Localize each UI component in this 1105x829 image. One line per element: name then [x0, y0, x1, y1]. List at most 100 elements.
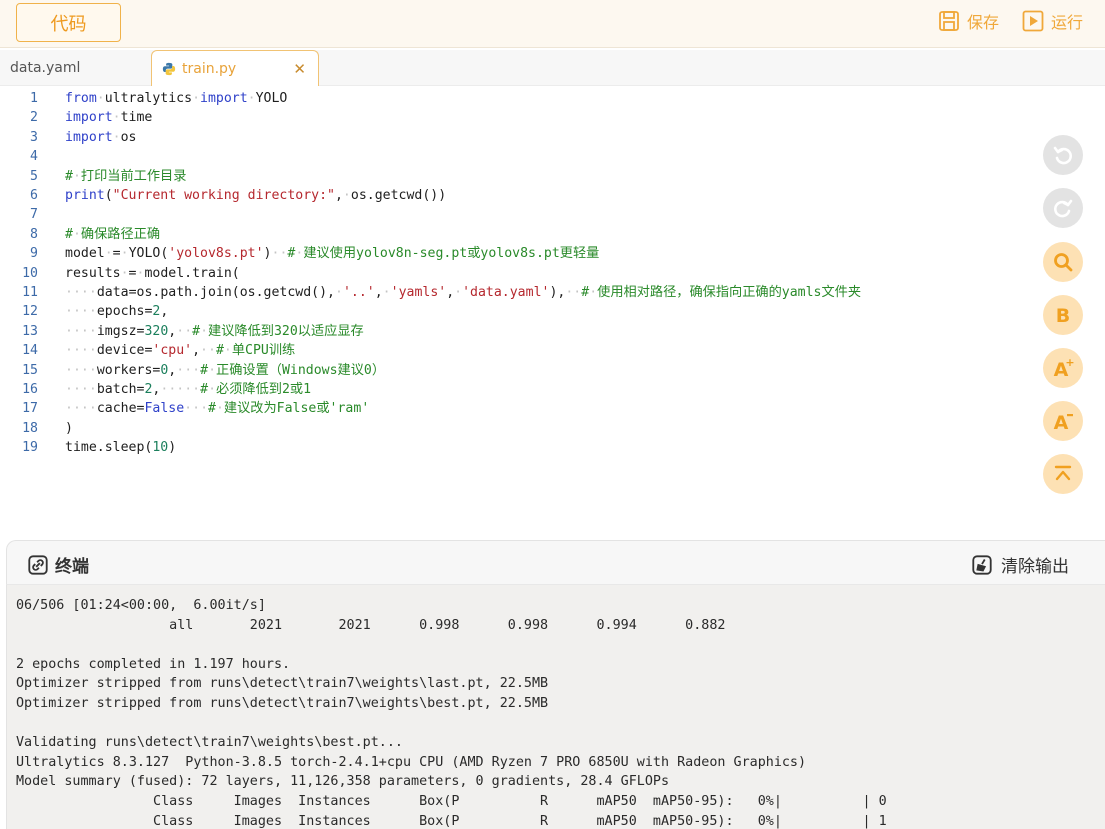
- code-line: 17 ····cache=False···#·建议改为False或'ram': [0, 399, 1020, 418]
- clear-output-button[interactable]: 清除输出: [971, 552, 1069, 577]
- line-code: ····epochs=2,: [65, 304, 169, 320]
- line-code: ): [65, 420, 73, 436]
- line-number: 17: [22, 401, 38, 417]
- line-code: results·=·model.train(: [65, 265, 240, 281]
- undo-icon: [1053, 146, 1072, 165]
- tab-train-py[interactable]: train.py ✕: [151, 50, 319, 86]
- code-line: 15 ····workers=0,···#·正确设置（Windows建议0）: [0, 361, 1020, 380]
- run-label: 运行: [1050, 13, 1083, 32]
- line-number: 12: [22, 304, 38, 320]
- line-code: import·time: [65, 110, 153, 126]
- line-number: 18: [22, 420, 38, 436]
- terminal-header: 终端 清除输出: [6, 540, 1105, 584]
- terminal-line: Ultralytics 8.3.127 Python-3.8.5 torch-2…: [16, 754, 807, 770]
- svg-text:A: A: [1054, 412, 1069, 433]
- terminal-title: 终端: [27, 552, 89, 577]
- link-icon: [28, 554, 48, 575]
- terminal-line: all 2021 2021 0.998 0.998 0.994 0.882: [16, 617, 726, 633]
- save-icon: [939, 11, 959, 31]
- line-code: #·确保路径正确: [65, 226, 161, 242]
- line-code: print("Current working directory:",·os.g…: [65, 188, 447, 203]
- code-line: 19 time.sleep(10): [0, 438, 1020, 457]
- line-number: 10: [22, 265, 38, 281]
- bold-b-icon: B: [1056, 305, 1070, 327]
- broom-icon: [972, 554, 992, 575]
- code-line: 11 ····data=os.path.join(os.getcwd(),·'..…: [0, 283, 1020, 302]
- terminal-title-label: 终端: [55, 557, 89, 577]
- line-number: 1: [30, 91, 38, 106]
- save-label: 保存: [966, 13, 999, 32]
- line-number: 7: [30, 207, 38, 223]
- code-button[interactable]: 代码: [16, 3, 121, 42]
- bold-button[interactable]: B: [1043, 295, 1083, 335]
- line-code: from·ultralytics·import·YOLO: [65, 91, 288, 106]
- line-code: ····imgsz=320,··#·建议降低到320以适应显存: [65, 323, 364, 339]
- line-number: 2: [30, 110, 38, 126]
- font-increase-icon: A +: [1054, 356, 1075, 380]
- terminal-line: 2 epochs completed in 1.197 hours.: [16, 656, 291, 672]
- play-icon: [1022, 10, 1044, 32]
- line-code: ····data=os.path.join(os.getcwd(),·'..',…: [65, 285, 862, 300]
- line-number: 6: [30, 188, 38, 203]
- terminal-line: Class Images Instances Box(P R mAP50 mAP…: [16, 794, 887, 809]
- tab-label: data.yaml: [10, 60, 81, 76]
- line-number: 16: [22, 382, 38, 397]
- line-code: #·打印当前工作目录: [65, 168, 187, 184]
- line-code: ····batch=2,·····#·必须降低到2或1: [65, 382, 312, 397]
- undo-button[interactable]: [1043, 135, 1083, 175]
- search-button[interactable]: [1043, 242, 1083, 282]
- terminal-line: Optimizer stripped from runs\detect\trai…: [16, 676, 549, 692]
- tab-data-yaml[interactable]: data.yaml: [10, 50, 80, 86]
- line-number: 8: [30, 226, 38, 242]
- python-icon: [162, 62, 176, 75]
- code-line: 3 import·os: [0, 128, 1020, 147]
- run-button[interactable]: 运行: [1021, 9, 1083, 33]
- scroll-top-icon: [1054, 465, 1072, 481]
- code-line: 14 ····device='cpu',··#·单CPU训练: [0, 341, 1020, 360]
- search-icon: [1054, 253, 1073, 272]
- code-line: 4: [0, 147, 1020, 166]
- close-tab-icon[interactable]: ✕: [293, 60, 306, 78]
- code-line: 12 ····epochs=2,: [0, 302, 1020, 321]
- line-number: 19: [22, 440, 38, 456]
- code-line: 2 import·time: [0, 108, 1020, 127]
- redo-button[interactable]: [1043, 188, 1083, 228]
- line-number: 13: [22, 323, 38, 339]
- font-decrease-button[interactable]: A: [1043, 401, 1083, 441]
- save-button[interactable]: 保存: [937, 9, 999, 33]
- code-line: 10 results·=·model.train(: [0, 264, 1020, 283]
- line-code: ····workers=0,···#·正确设置（Windows建议0）: [65, 362, 386, 378]
- line-number: 14: [22, 343, 38, 359]
- line-code: time.sleep(10): [65, 440, 177, 456]
- code-line: 6 print("Current working directory:",·os.…: [0, 186, 1020, 205]
- terminal-output[interactable]: 06/506 [01:24<00:00, 6.00it/s] all 2021 …: [6, 584, 1105, 829]
- line-number: 11: [22, 285, 38, 300]
- line-code: import·os: [65, 129, 137, 145]
- code-line: 1 from·ultralytics·import·YOLO: [0, 89, 1020, 108]
- line-number: 4: [30, 149, 38, 165]
- line-number: 3: [30, 129, 38, 145]
- file-tabs: data.yaml train.py ✕: [0, 50, 1105, 86]
- terminal-line: Class Images Instances Box(P R mAP50 mAP…: [16, 813, 887, 829]
- code-line: 13 ····imgsz=320,··#·建议降低到320以适应显存: [0, 322, 1020, 341]
- code-line: 18): [0, 419, 1020, 438]
- code-editor[interactable]: 1 from·ultralytics·import·YOLO 2 import·tim…: [0, 87, 1105, 537]
- code-line: 7: [0, 205, 1020, 224]
- font-increase-button[interactable]: A +: [1043, 348, 1083, 388]
- terminal-line: Model summary (fused): 72 layers, 11,126…: [16, 774, 670, 790]
- font-decrease-icon: A: [1054, 412, 1073, 433]
- code-line: 9 model·=·YOLO('yolov8s.pt')··#·建议使用yolov…: [0, 244, 1020, 263]
- top-toolbar: 代码 保存 运行: [0, 0, 1105, 48]
- top-actions: 保存 运行: [937, 9, 1083, 33]
- redo-icon: [1054, 199, 1073, 218]
- clear-output-label: 清除输出: [1001, 557, 1069, 577]
- svg-text:B: B: [1056, 305, 1070, 327]
- terminal-line: Optimizer stripped from runs\detect\trai…: [16, 696, 549, 711]
- terminal-line: Validating runs\detect\train7\weights\be…: [16, 735, 403, 751]
- scroll-top-button[interactable]: [1043, 454, 1083, 494]
- line-number: 15: [22, 362, 38, 378]
- line-code: ····cache=False···#·建议改为False或'ram': [65, 401, 370, 417]
- line-number: 9: [30, 246, 38, 262]
